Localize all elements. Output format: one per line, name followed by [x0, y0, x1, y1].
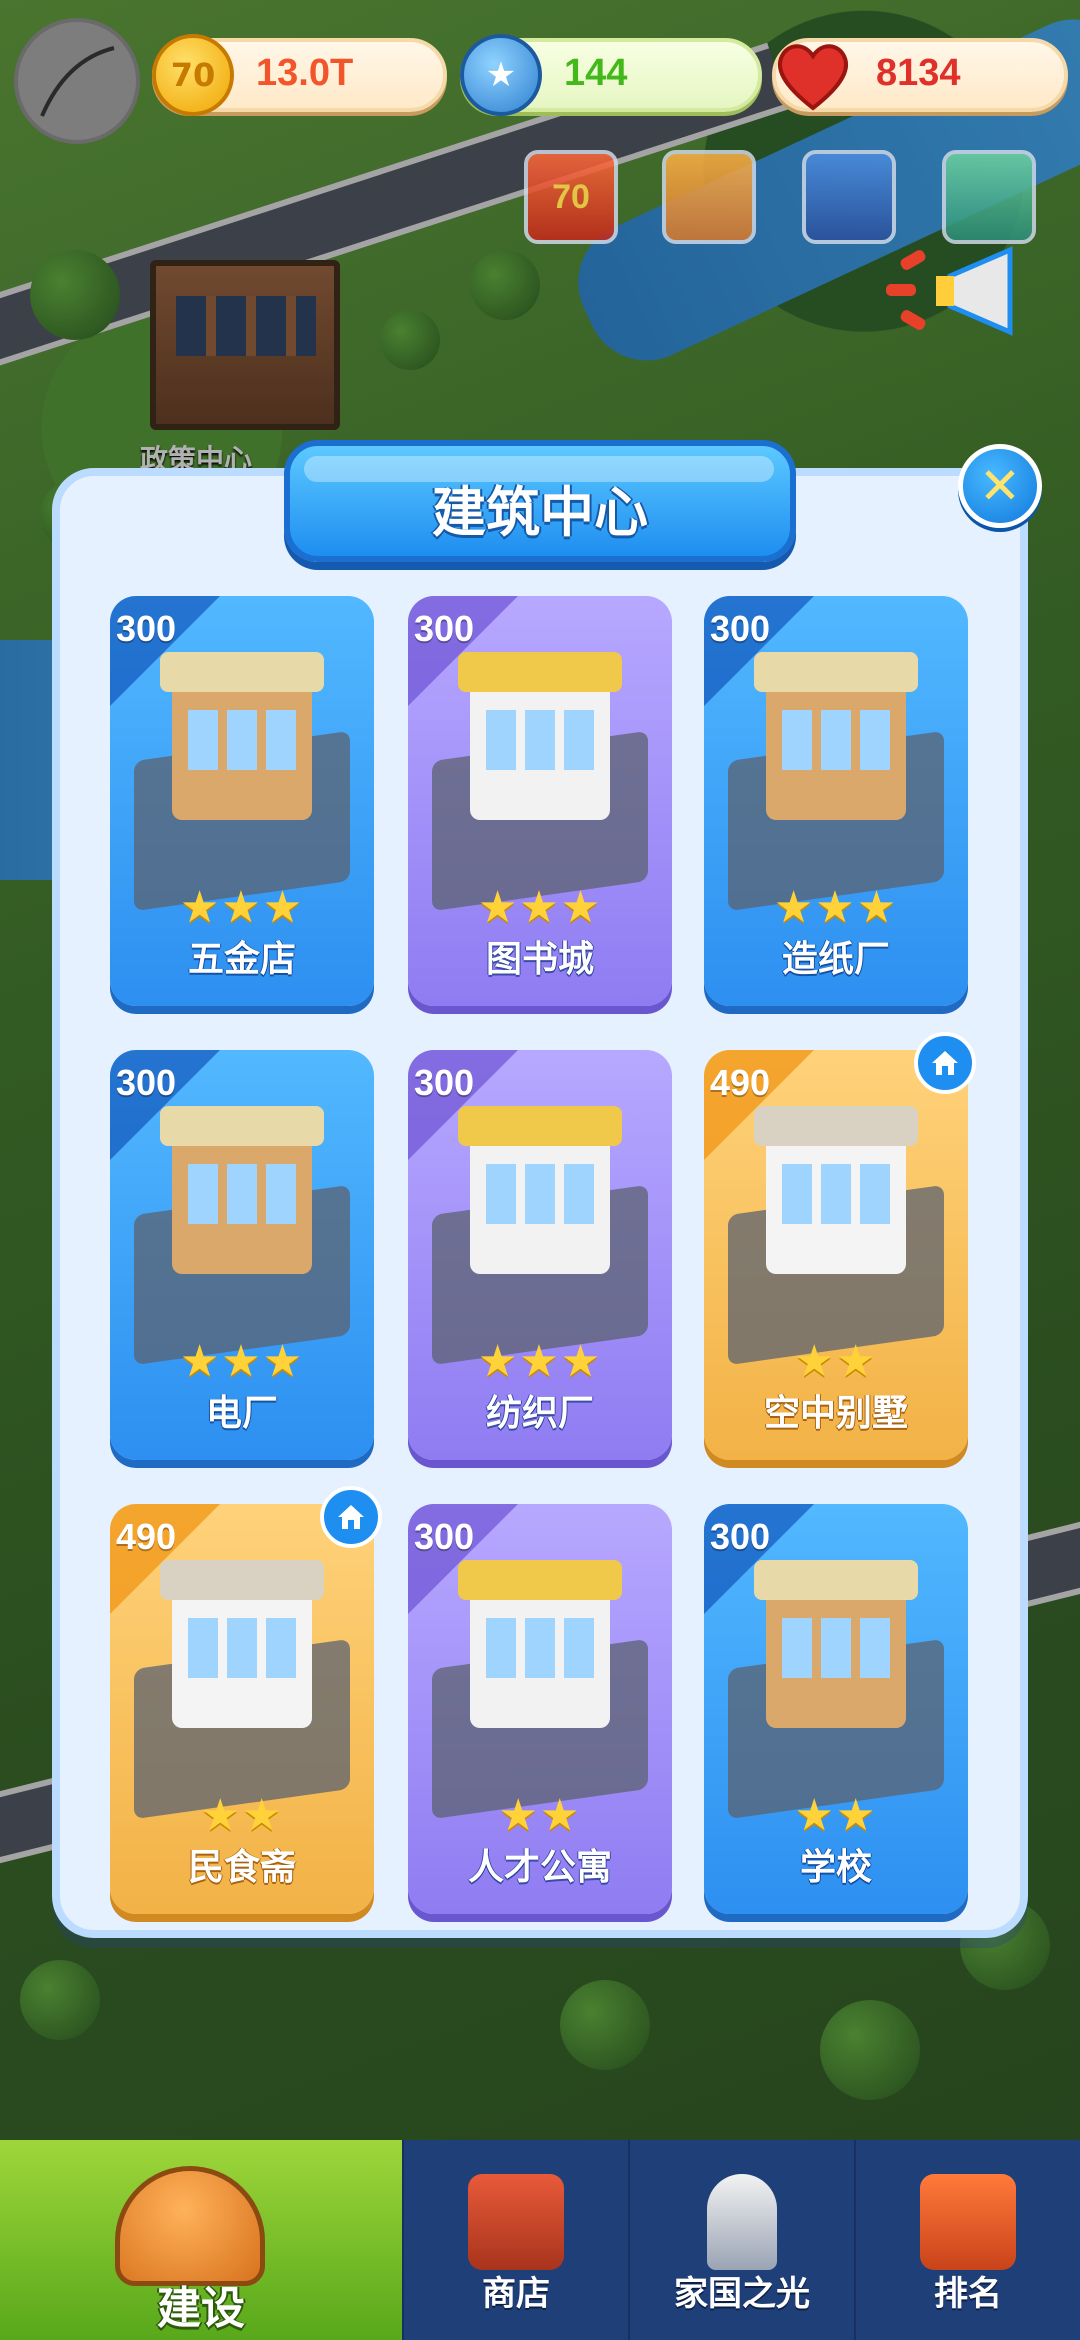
- building-price: 300: [710, 608, 771, 649]
- building-card[interactable]: 300 ★★★ 纺织厂: [408, 1050, 672, 1460]
- building-illustration: [458, 1560, 622, 1728]
- building-name: 民食斋: [187, 1847, 296, 1888]
- building-name: 学校: [799, 1847, 872, 1888]
- building-card[interactable]: 300 ★★ 人才公寓: [408, 1504, 672, 1914]
- tab-label: 建设: [157, 2283, 245, 2334]
- star-rating: ★★: [794, 1790, 878, 1841]
- building-card[interactable]: 300 ★★★ 造纸厂: [704, 596, 968, 1006]
- coin-value: 13.0T: [256, 52, 354, 94]
- building-illustration: [458, 652, 622, 820]
- building-price: 300: [710, 1516, 771, 1557]
- building-illustration: [754, 1106, 918, 1274]
- building-grid: 300 ★★★ 五金店 300 ★★★ 图书城 300 ★★★ 造纸厂 300 ★★★ 电厂 300 ★★…: [110, 596, 976, 1916]
- rocket-event-icon[interactable]: [802, 150, 896, 244]
- star-rating: ★★★: [477, 882, 603, 933]
- close-icon: ✕: [979, 457, 1021, 515]
- megaphone-icon[interactable]: [880, 236, 1040, 346]
- building-illustration: [754, 652, 918, 820]
- tab-ranking[interactable]: 排名: [856, 2140, 1080, 2340]
- building-name: 造纸厂: [781, 939, 890, 980]
- home-badge-icon: [914, 1032, 976, 1094]
- tab-label: 商店: [482, 2274, 550, 2314]
- building-name: 图书城: [485, 939, 594, 980]
- rocket-icon: [707, 2174, 777, 2270]
- tab-label: 排名: [934, 2274, 1002, 2314]
- coin-icon: 70: [152, 34, 234, 116]
- star-counter[interactable]: ★ 144: [460, 34, 762, 116]
- heart-counter[interactable]: 8134: [772, 38, 1068, 112]
- event-icon-row: 70: [0, 150, 1080, 250]
- home-badge-icon: [320, 1486, 382, 1548]
- building-card[interactable]: 300 ★★★ 电厂: [110, 1050, 374, 1460]
- heart-icon: [772, 34, 854, 116]
- building-price: 490: [710, 1062, 771, 1103]
- star-rating: ★★★: [773, 882, 899, 933]
- coin-counter[interactable]: 70 13.0T: [152, 34, 447, 116]
- building-illustration: [458, 1106, 622, 1274]
- star-rating: ★★: [498, 1790, 582, 1841]
- tab-build[interactable]: 建设: [0, 2140, 404, 2340]
- building-card[interactable]: 490 ★★ 民食斋: [110, 1504, 374, 1914]
- close-button[interactable]: ✕: [958, 444, 1042, 528]
- panel-title: 建筑中心: [432, 481, 648, 544]
- building-name: 电厂: [205, 1393, 278, 1434]
- building-card[interactable]: 300 ★★ 学校: [704, 1504, 968, 1914]
- star-rating: ★★★: [179, 882, 305, 933]
- building-price: 300: [414, 1062, 475, 1103]
- star-value: 144: [564, 52, 628, 94]
- panel-title-banner: 建筑中心: [284, 440, 796, 562]
- building-price: 300: [414, 1516, 475, 1557]
- building-card[interactable]: 300 ★★★ 五金店: [110, 596, 374, 1006]
- star-rating: ★★: [794, 1336, 878, 1387]
- hardhat-icon: [115, 2166, 265, 2286]
- star-rating: ★★: [200, 1790, 284, 1841]
- shop-icon: [468, 2174, 564, 2270]
- ranking-icon: [920, 2174, 1016, 2270]
- building-name: 空中别墅: [763, 1393, 908, 1434]
- building-name: 人才公寓: [467, 1847, 612, 1888]
- building-price: 300: [116, 1062, 177, 1103]
- building-illustration: [160, 1106, 324, 1274]
- building-illustration: [160, 652, 324, 820]
- star-rating: ★★★: [179, 1336, 305, 1387]
- building-name: 五金店: [187, 939, 296, 980]
- star-rating: ★★★: [477, 1336, 603, 1387]
- building-card[interactable]: 300 ★★★ 图书城: [408, 596, 672, 1006]
- bottom-nav: 建设 商店 家国之光 排名: [0, 2140, 1080, 2340]
- tab-label: 家国之光: [674, 2274, 810, 2314]
- tab-national-light[interactable]: 家国之光: [630, 2140, 856, 2340]
- building-name: 纺织厂: [485, 1393, 594, 1434]
- avatar-placeholder-icon: [40, 46, 115, 117]
- tab-shop[interactable]: 商店: [404, 2140, 630, 2340]
- building-illustration: [754, 1560, 918, 1728]
- building-illustration: [160, 1560, 324, 1728]
- anniversary-70-icon[interactable]: 70: [524, 150, 618, 244]
- building-card[interactable]: 490 ★★ 空中别墅: [704, 1050, 968, 1460]
- star-icon: ★: [460, 34, 542, 116]
- player-avatar[interactable]: [14, 18, 140, 144]
- recycle-event-icon[interactable]: [942, 150, 1036, 244]
- building-price: 490: [116, 1516, 177, 1557]
- building-price: 300: [414, 608, 475, 649]
- handshake-icon[interactable]: [662, 150, 756, 244]
- building-price: 300: [116, 608, 177, 649]
- heart-value: 8134: [876, 52, 961, 94]
